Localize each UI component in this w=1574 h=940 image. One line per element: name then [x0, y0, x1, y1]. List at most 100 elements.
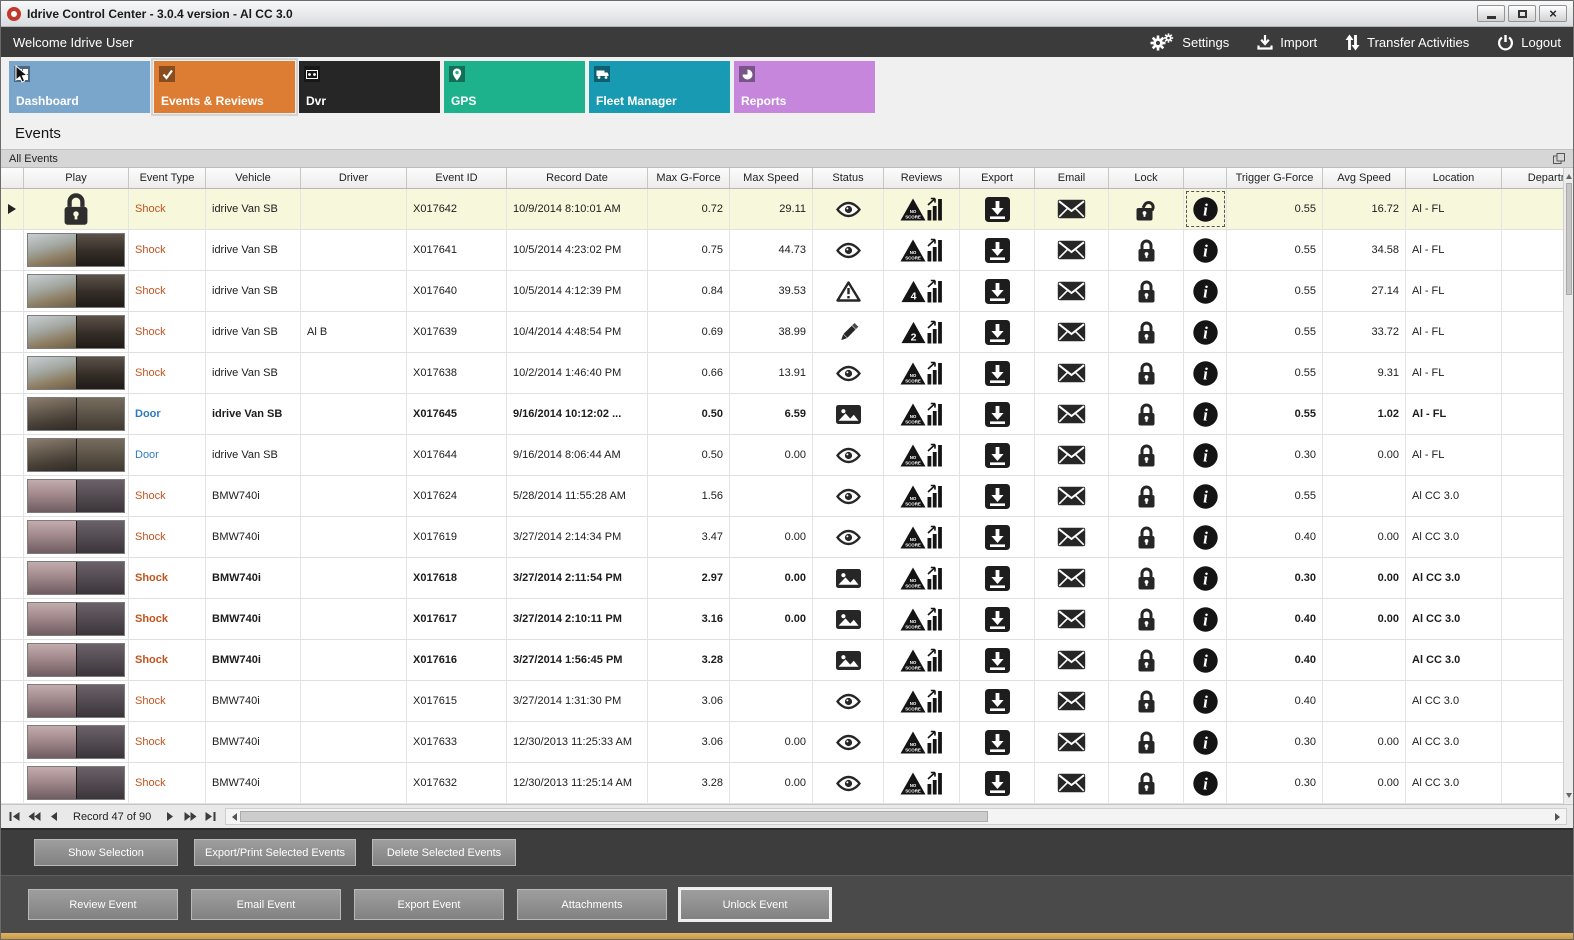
lock-toggle[interactable]	[1109, 517, 1184, 557]
reviews-cell[interactable]: NO SCORE	[884, 558, 960, 598]
export-print-selected-events-button[interactable]: Export/Print Selected Events	[194, 839, 357, 866]
column-header-play[interactable]: Play	[24, 168, 129, 188]
status-cell[interactable]	[813, 435, 884, 475]
event-thumbnail[interactable]	[27, 274, 125, 308]
lock-toggle[interactable]	[1109, 722, 1184, 762]
event-thumbnail[interactable]	[27, 643, 125, 677]
event-row[interactable]: Shock BMW740i X017624 5/28/2014 11:55:28 AM…	[1, 476, 1563, 517]
column-header-department[interactable]: Department	[1502, 168, 1563, 188]
reviews-cell[interactable]: NO SCORE	[884, 435, 960, 475]
status-cell[interactable]	[813, 640, 884, 680]
column-header-lock[interactable]: Lock	[1109, 168, 1184, 188]
status-cell[interactable]	[813, 558, 884, 598]
event-thumbnail[interactable]	[27, 520, 125, 554]
minimize-button[interactable]	[1477, 5, 1505, 22]
nav-last-button[interactable]	[201, 808, 219, 825]
reviews-cell[interactable]: NO SCORE	[884, 353, 960, 393]
delete-selected-events-button[interactable]: Delete Selected Events	[372, 839, 517, 866]
nav-prev-button[interactable]	[45, 808, 63, 825]
reviews-cell[interactable]: 2	[884, 312, 960, 352]
play-cell[interactable]	[24, 640, 129, 680]
lock-toggle[interactable]	[1109, 435, 1184, 475]
event-thumbnail[interactable]	[27, 602, 125, 636]
vertical-scrollbar[interactable]	[1563, 168, 1573, 804]
nav-next-button[interactable]	[161, 808, 179, 825]
lock-toggle[interactable]	[1109, 189, 1184, 229]
event-row[interactable]: Shock idrive Van SB X017641 10/5/2014 4:23:…	[1, 230, 1563, 271]
reviews-cell[interactable]: NO SCORE	[884, 640, 960, 680]
info-button[interactable]: i	[1184, 681, 1227, 721]
event-row[interactable]: Door idrive Van SB X017644 9/16/2014 8:06:4…	[1, 435, 1563, 476]
column-header-max-speed[interactable]: Max Speed	[730, 168, 813, 188]
info-button[interactable]: i	[1184, 230, 1227, 270]
play-cell[interactable]	[24, 271, 129, 311]
status-cell[interactable]	[813, 271, 884, 311]
action-transfer-activities[interactable]: Transfer Activities	[1345, 34, 1469, 51]
reviews-cell[interactable]: NO SCORE	[884, 230, 960, 270]
play-cell[interactable]	[24, 763, 129, 803]
event-row[interactable]: Shock BMW740i X017633 12/30/2013 11:25:33 A…	[1, 722, 1563, 763]
export-button[interactable]	[960, 312, 1035, 352]
column-header-location[interactable]: Location	[1406, 168, 1502, 188]
lock-toggle[interactable]	[1109, 599, 1184, 639]
reviews-cell[interactable]: NO SCORE	[884, 517, 960, 557]
event-row[interactable]: Shock BMW740i X017617 3/27/2014 2:10:11 PM 3…	[1, 599, 1563, 640]
export-button[interactable]	[960, 435, 1035, 475]
nav-first-button[interactable]	[5, 808, 23, 825]
export-button[interactable]	[960, 599, 1035, 639]
event-thumbnail[interactable]	[27, 356, 125, 390]
status-cell[interactable]	[813, 394, 884, 434]
info-button[interactable]: i	[1184, 517, 1227, 557]
lock-toggle[interactable]	[1109, 230, 1184, 270]
event-thumbnail[interactable]	[27, 315, 125, 349]
email-button[interactable]	[1035, 722, 1109, 762]
scroll-down-icon[interactable]	[1565, 793, 1572, 801]
column-header-email[interactable]: Email	[1035, 168, 1109, 188]
email-button[interactable]	[1035, 271, 1109, 311]
reviews-cell[interactable]: NO SCORE	[884, 681, 960, 721]
export-button[interactable]	[960, 640, 1035, 680]
play-cell[interactable]	[24, 353, 129, 393]
column-header-event-type[interactable]: Event Type	[129, 168, 206, 188]
action-logout[interactable]: Logout	[1497, 34, 1561, 51]
event-thumbnail[interactable]	[27, 725, 125, 759]
export-button[interactable]	[960, 476, 1035, 516]
lock-toggle[interactable]	[1109, 558, 1184, 598]
export-button[interactable]	[960, 271, 1035, 311]
reviews-cell[interactable]: NO SCORE	[884, 394, 960, 434]
export-button[interactable]	[960, 681, 1035, 721]
reviews-cell[interactable]: NO SCORE	[884, 722, 960, 762]
event-thumbnail[interactable]	[27, 397, 125, 431]
event-row[interactable]: Shock idrive Van SB X017642 10/9/2014 8:10:…	[1, 189, 1563, 230]
event-row[interactable]: Shock BMW740i X017619 3/27/2014 2:14:34 PM 3…	[1, 517, 1563, 558]
reviews-cell[interactable]: NO SCORE	[884, 189, 960, 229]
lock-toggle[interactable]	[1109, 394, 1184, 434]
column-header-max-g-force[interactable]: Max G-Force	[648, 168, 730, 188]
email-button[interactable]	[1035, 476, 1109, 516]
status-cell[interactable]	[813, 763, 884, 803]
info-button[interactable]: i	[1184, 640, 1227, 680]
column-header-driver[interactable]: Driver	[301, 168, 407, 188]
column-header-export[interactable]: Export	[960, 168, 1035, 188]
event-thumbnail[interactable]	[27, 684, 125, 718]
show-selection-button[interactable]: Show Selection	[34, 839, 178, 866]
info-button[interactable]: i	[1184, 599, 1227, 639]
export-button[interactable]	[960, 394, 1035, 434]
play-cell[interactable]	[24, 394, 129, 434]
column-header-reviews[interactable]: Reviews	[884, 168, 960, 188]
email-button[interactable]	[1035, 517, 1109, 557]
status-cell[interactable]	[813, 230, 884, 270]
email-button[interactable]	[1035, 640, 1109, 680]
info-button[interactable]: i	[1184, 435, 1227, 475]
status-cell[interactable]	[813, 681, 884, 721]
lock-toggle[interactable]	[1109, 353, 1184, 393]
status-cell[interactable]	[813, 517, 884, 557]
email-button[interactable]	[1035, 681, 1109, 721]
reviews-cell[interactable]: NO SCORE	[884, 599, 960, 639]
email-button[interactable]	[1035, 312, 1109, 352]
event-row[interactable]: Shock idrive Van SB X017640 10/5/2014 4:12:…	[1, 271, 1563, 312]
lock-toggle[interactable]	[1109, 312, 1184, 352]
vertical-scroll-thumb[interactable]	[1565, 183, 1572, 295]
event-thumbnail[interactable]	[27, 561, 125, 595]
horizontal-scrollbar[interactable]	[225, 808, 1567, 825]
